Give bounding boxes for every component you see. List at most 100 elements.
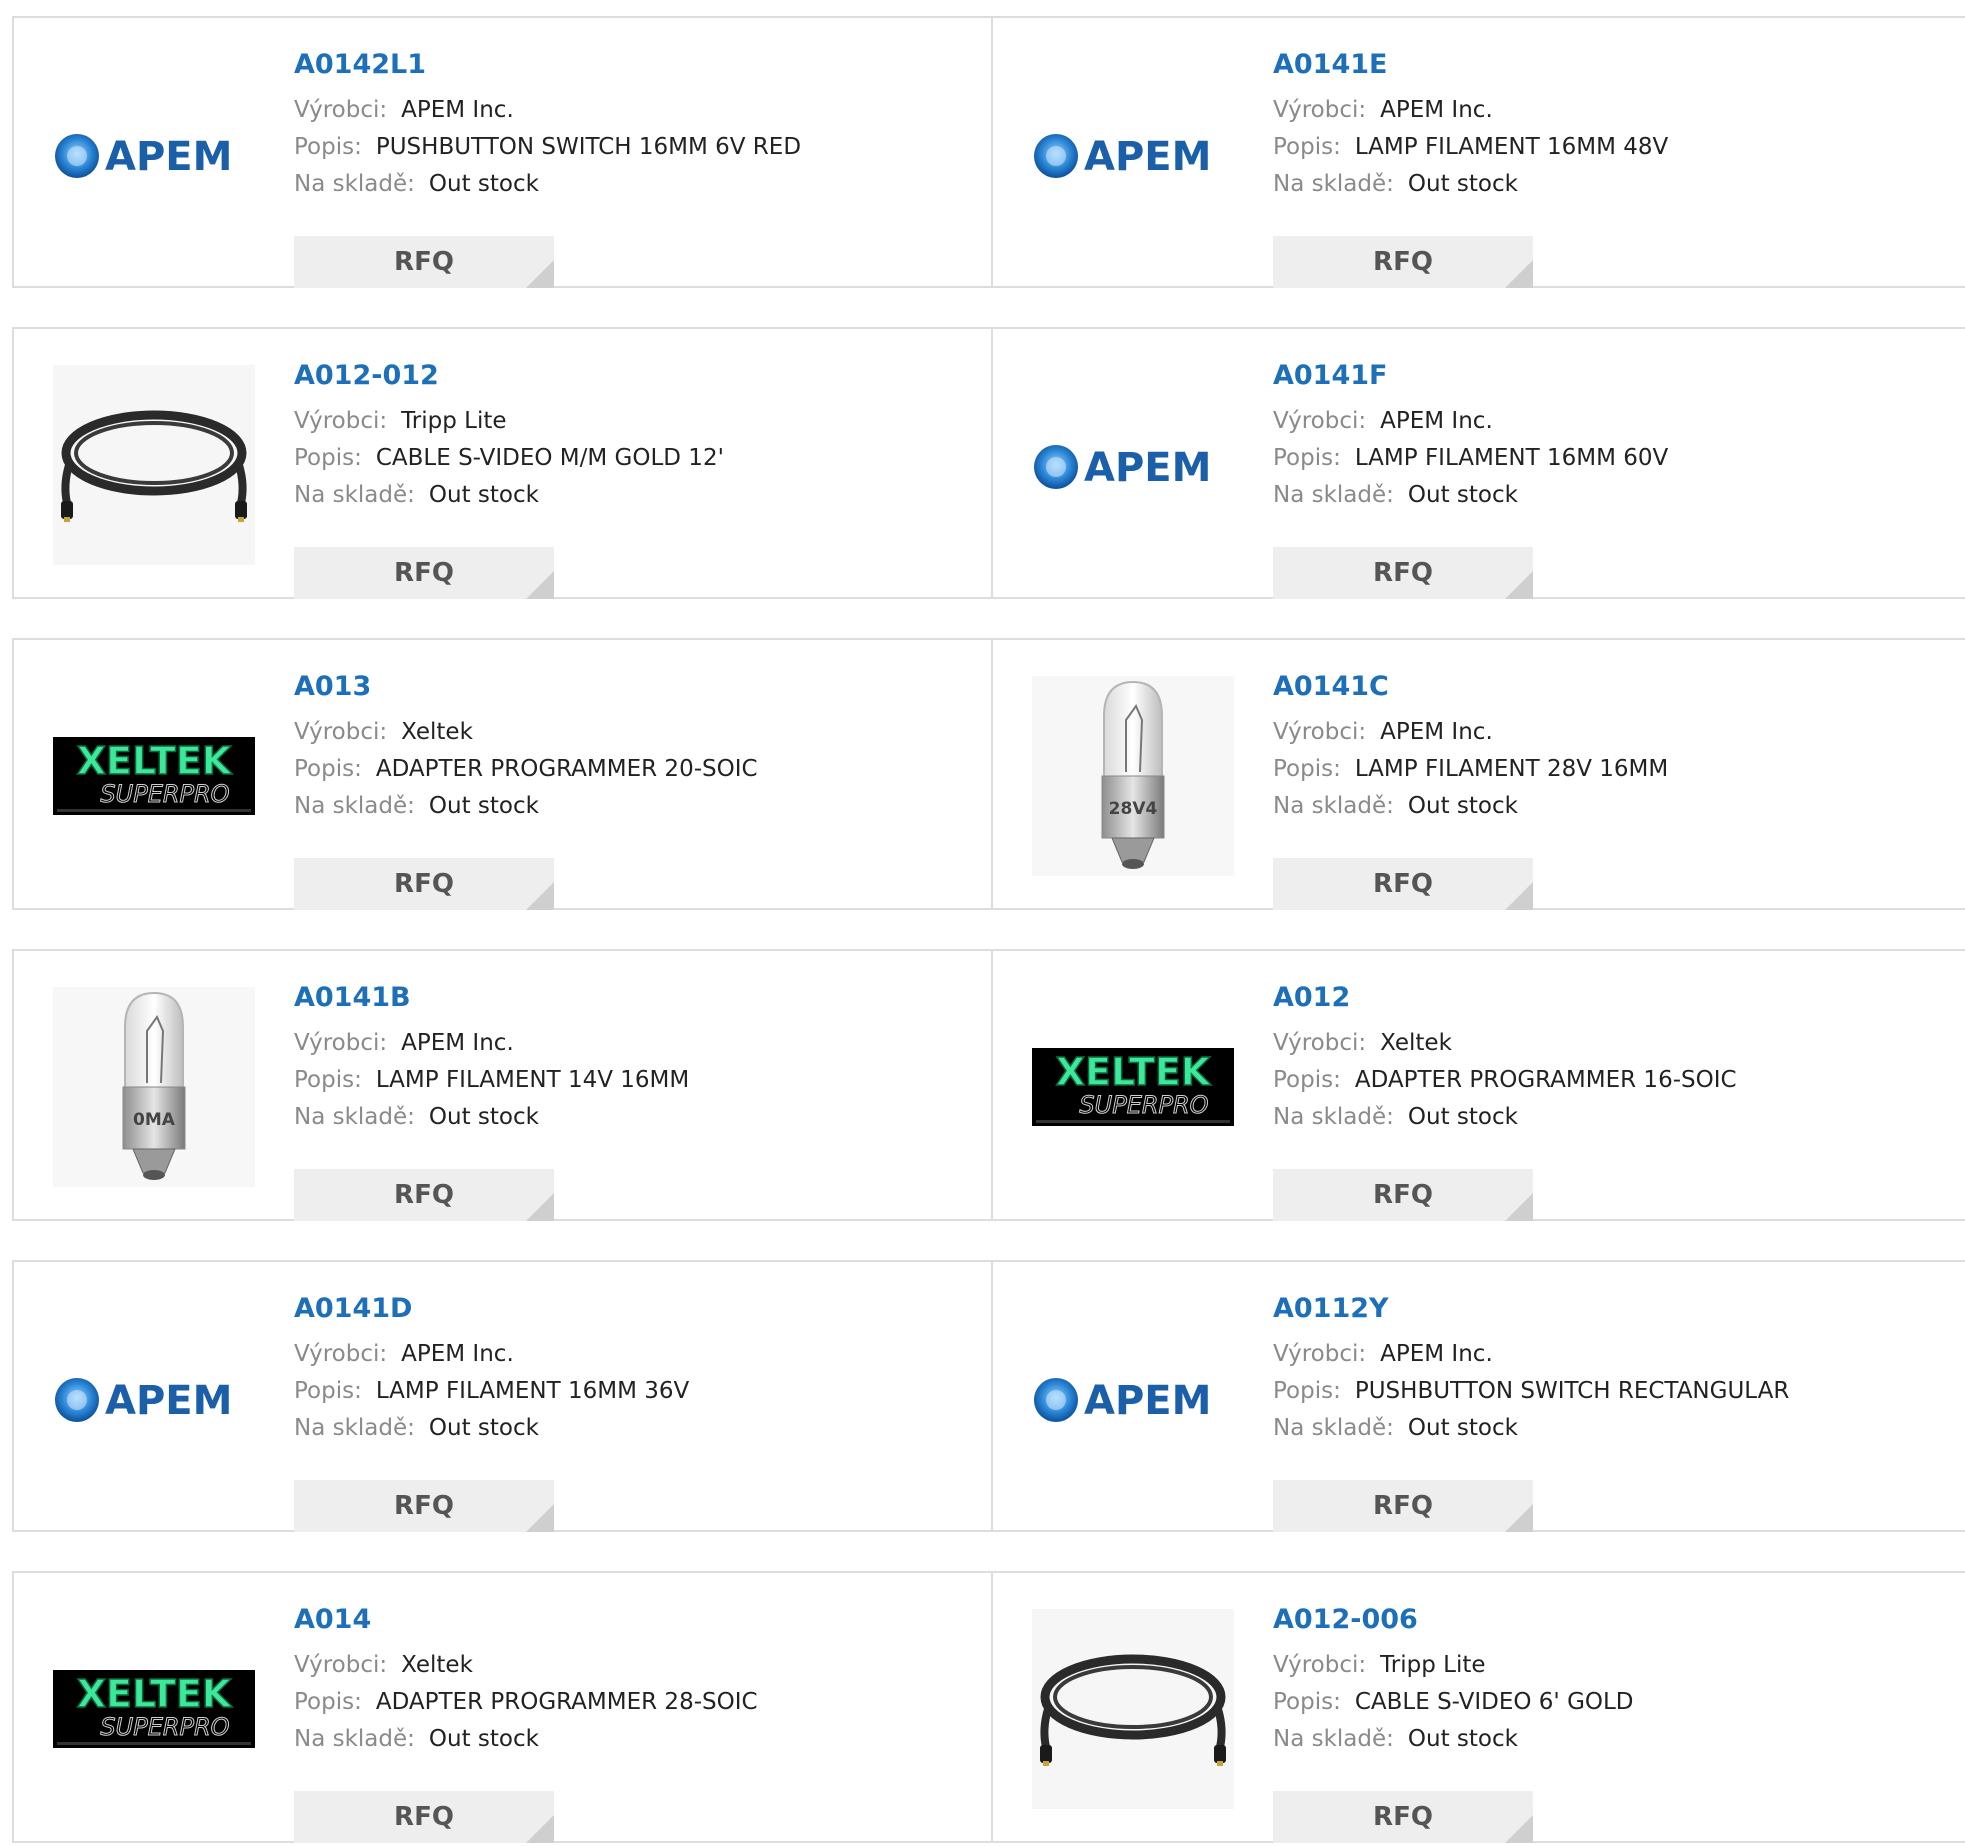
part-number-link[interactable]: A0141D xyxy=(294,1292,954,1326)
part-number-link[interactable]: A0141C xyxy=(1273,670,1933,704)
manufacturer-value: Xeltek xyxy=(401,719,473,745)
manufacturer-label: Výrobci: xyxy=(1273,97,1367,123)
rfq-button[interactable]: RFQ xyxy=(1273,236,1533,288)
xeltek-logo-text: XELTEK xyxy=(77,1672,233,1716)
rfq-button-label: RFQ xyxy=(1373,869,1433,899)
lamp-photo[interactable]: 28V4 xyxy=(1032,676,1234,876)
product-card: XELTEK SUPERPRO A013 Výrobci: Xeltek Popis: AD… xyxy=(14,640,991,910)
stock-row: Na skladě: Out stock xyxy=(294,1410,954,1447)
stock-label: Na skladě: xyxy=(1273,793,1394,819)
rfq-button[interactable]: RFQ xyxy=(1273,547,1533,599)
manufacturer-value: APEM Inc. xyxy=(401,1341,514,1367)
apem-logo-text: APEM xyxy=(1084,445,1211,491)
description-label: Popis: xyxy=(294,1689,362,1715)
product-card: XELTEK SUPERPRO A014 Výrobci: Xeltek Popis: AD… xyxy=(14,1573,991,1843)
product-info: A0141D Výrobci: APEM Inc. Popis: LAMP FILAME… xyxy=(294,1292,954,1532)
stock-label: Na skladě: xyxy=(294,1726,415,1752)
stock-row: Na skladě: Out stock xyxy=(294,166,954,203)
stock-label: Na skladě: xyxy=(294,793,415,819)
stock-value: Out stock xyxy=(428,1104,539,1130)
stock-value: Out stock xyxy=(428,793,539,819)
manufacturer-label: Výrobci: xyxy=(294,719,388,745)
part-number-link[interactable]: A012-006 xyxy=(1273,1603,1933,1637)
apem-logo[interactable]: APEM xyxy=(1032,365,1234,565)
superpro-logo-text: SUPERPRO xyxy=(100,780,229,808)
part-number-link[interactable]: A013 xyxy=(294,670,954,704)
manufacturer-row: Výrobci: Tripp Lite xyxy=(294,403,954,440)
manufacturer-label: Výrobci: xyxy=(294,1030,388,1056)
description-value: CABLE S-VIDEO 6' GOLD xyxy=(1354,1689,1634,1715)
manufacturer-value: Xeltek xyxy=(401,1652,473,1678)
apem-logo[interactable]: APEM xyxy=(53,1298,255,1498)
rfq-button[interactable]: RFQ xyxy=(1273,1480,1533,1532)
manufacturer-label: Výrobci: xyxy=(294,97,388,123)
manufacturer-value: Tripp Lite xyxy=(1380,1652,1486,1678)
rfq-button-label: RFQ xyxy=(394,869,454,899)
corner-triangle-icon xyxy=(526,571,554,599)
corner-triangle-icon xyxy=(526,882,554,910)
corner-triangle-icon xyxy=(1505,571,1533,599)
product-row: XELTEK SUPERPRO A013 Výrobci: Xeltek Popis: AD… xyxy=(12,638,1965,910)
product-card: XELTEK SUPERPRO A012 Výrobci: Xeltek Popis: AD… xyxy=(991,951,1965,1221)
apem-logo[interactable]: APEM xyxy=(1032,1298,1234,1498)
apem-logo[interactable]: APEM xyxy=(1032,54,1234,254)
rfq-button[interactable]: RFQ xyxy=(294,858,554,910)
rfq-button[interactable]: RFQ xyxy=(1273,1791,1533,1843)
stock-value: Out stock xyxy=(428,482,539,508)
product-info: A014 Výrobci: Xeltek Popis: ADAPTER PROGRAMM… xyxy=(294,1603,954,1843)
stock-value: Out stock xyxy=(1407,482,1518,508)
stock-label: Na skladě: xyxy=(294,171,415,197)
part-number-link[interactable]: A014 xyxy=(294,1603,954,1637)
lamp-photo[interactable]: 0MA xyxy=(53,987,255,1187)
description-row: Popis: ADAPTER PROGRAMMER 16-SOIC xyxy=(1273,1062,1933,1099)
part-number-link[interactable]: A012-012 xyxy=(294,359,954,393)
product-card: A012-006 Výrobci: Tripp Lite Popis: CABLE S-… xyxy=(991,1573,1965,1843)
part-number-link[interactable]: A0142L1 xyxy=(294,48,954,82)
stock-row: Na skladě: Out stock xyxy=(1273,788,1933,825)
rfq-button-label: RFQ xyxy=(1373,1180,1433,1210)
product-row: APEM A0141D Výrobci: APEM Inc. Popis: LAMP FI… xyxy=(12,1260,1965,1532)
cable-photo[interactable] xyxy=(1032,1609,1234,1809)
stock-label: Na skladě: xyxy=(1273,1726,1394,1752)
product-info: A0141F Výrobci: APEM Inc. Popis: LAMP FILAME… xyxy=(1273,359,1933,599)
rfq-button[interactable]: RFQ xyxy=(294,1169,554,1221)
description-label: Popis: xyxy=(1273,445,1341,471)
superpro-logo-text: SUPERPRO xyxy=(1079,1091,1208,1119)
rfq-button[interactable]: RFQ xyxy=(294,547,554,599)
description-label: Popis: xyxy=(1273,134,1341,160)
xeltek-logo[interactable]: XELTEK SUPERPRO xyxy=(1032,987,1234,1187)
rfq-button[interactable]: RFQ xyxy=(294,236,554,288)
rfq-button-label: RFQ xyxy=(394,247,454,277)
rfq-button[interactable]: RFQ xyxy=(1273,858,1533,910)
stock-value: Out stock xyxy=(428,171,539,197)
rfq-button[interactable]: RFQ xyxy=(294,1791,554,1843)
part-number-link[interactable]: A0141F xyxy=(1273,359,1933,393)
product-info: A012 Výrobci: Xeltek Popis: ADAPTER PROGRAMM… xyxy=(1273,981,1933,1221)
manufacturer-value: APEM Inc. xyxy=(401,97,514,123)
rfq-button[interactable]: RFQ xyxy=(1273,1169,1533,1221)
xeltek-logo[interactable]: XELTEK SUPERPRO xyxy=(53,1609,255,1809)
part-number-link[interactable]: A0141E xyxy=(1273,48,1933,82)
manufacturer-value: APEM Inc. xyxy=(1380,719,1493,745)
rfq-button[interactable]: RFQ xyxy=(294,1480,554,1532)
description-value: LAMP FILAMENT 16MM 48V xyxy=(1354,134,1669,160)
stock-value: Out stock xyxy=(1407,171,1518,197)
product-card: APEM A0141D Výrobci: APEM Inc. Popis: LAMP FI… xyxy=(14,1262,991,1532)
product-info: A0112Y Výrobci: APEM Inc. Popis: PUSHBUTTON … xyxy=(1273,1292,1933,1532)
corner-triangle-icon xyxy=(526,1193,554,1221)
description-row: Popis: LAMP FILAMENT 16MM 60V xyxy=(1273,440,1933,477)
part-number-link[interactable]: A012 xyxy=(1273,981,1933,1015)
manufacturer-row: Výrobci: APEM Inc. xyxy=(1273,403,1933,440)
description-value: LAMP FILAMENT 14V 16MM xyxy=(375,1067,690,1093)
apem-logo[interactable]: APEM xyxy=(53,54,255,254)
part-number-link[interactable]: A0112Y xyxy=(1273,1292,1933,1326)
part-number-link[interactable]: A0141B xyxy=(294,981,954,1015)
xeltek-logo[interactable]: XELTEK SUPERPRO xyxy=(53,676,255,876)
stock-value: Out stock xyxy=(1407,1104,1518,1130)
cable-photo[interactable] xyxy=(53,365,255,565)
product-info: A0141B Výrobci: APEM Inc. Popis: LAMP FILAME… xyxy=(294,981,954,1221)
product-info: A013 Výrobci: Xeltek Popis: ADAPTER PROGRAMM… xyxy=(294,670,954,910)
description-row: Popis: ADAPTER PROGRAMMER 28-SOIC xyxy=(294,1684,954,1721)
description-value: PUSHBUTTON SWITCH RECTANGULAR xyxy=(1354,1378,1790,1404)
stock-row: Na skladě: Out stock xyxy=(1273,1721,1933,1758)
